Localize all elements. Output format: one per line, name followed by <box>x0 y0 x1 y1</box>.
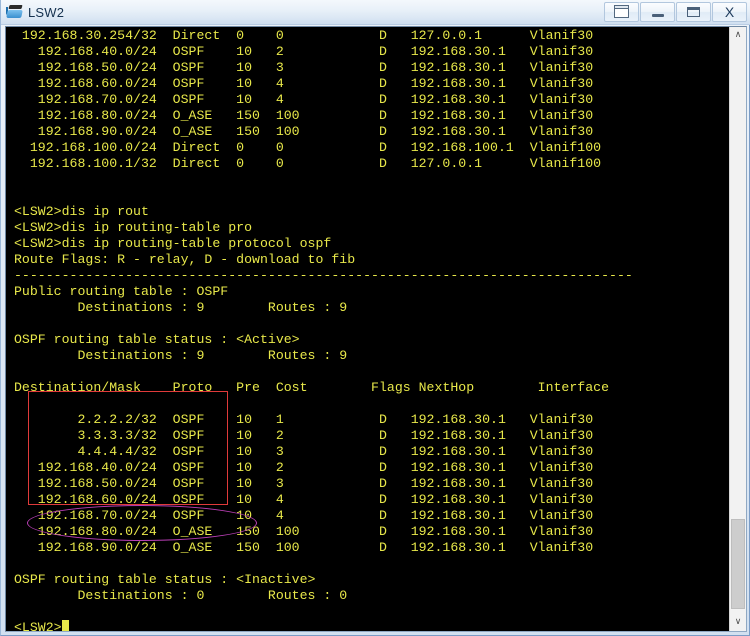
window-controls: X <box>603 1 747 23</box>
switch-icon <box>6 3 24 21</box>
terminal-line: 4.4.4.4/32 OSPF 10 3 D 192.168.30.1 Vlan… <box>14 444 594 459</box>
terminal-line: <LSW2> <box>14 620 730 631</box>
terminal-line: <LSW2>dis ip routing-table pro <box>14 220 253 235</box>
vertical-scrollbar[interactable]: ∧ ∨ <box>729 27 746 631</box>
terminal-line: ----------------------------------------… <box>14 268 633 283</box>
terminal-line: Public routing table : OSPF <box>14 284 229 299</box>
terminal-output: 192.168.30.254/32 Direct 0 0 D 127.0.0.1… <box>14 28 730 631</box>
terminal-line: 192.168.50.0/24 OSPF 10 3 D 192.168.30.1… <box>14 476 594 491</box>
terminal-line: Destinations : 9 Routes : 9 <box>14 348 348 363</box>
window-title: LSW2 <box>28 4 65 20</box>
terminal-line: 192.168.100.1/32 Direct 0 0 D 127.0.0.1 … <box>14 156 602 171</box>
restore-windows-button[interactable] <box>604 2 639 22</box>
minimize-icon <box>651 14 664 17</box>
terminal-line: 192.168.40.0/24 OSPF 10 2 D 192.168.30.1… <box>14 44 594 59</box>
terminal-line: 192.168.40.0/24 OSPF 10 2 D 192.168.30.1… <box>14 460 594 475</box>
close-icon: X <box>724 4 735 20</box>
terminal-line: Destination/Mask Proto Pre Cost Flags Ne… <box>14 380 610 395</box>
terminal-line: Destinations : 9 Routes : 9 <box>14 300 348 315</box>
maximize-icon <box>687 7 700 17</box>
text-cursor <box>61 620 69 631</box>
terminal-frame: 192.168.30.254/32 Direct 0 0 D 127.0.0.1… <box>5 26 747 632</box>
terminal-line: OSPF routing table status : <Inactive> <box>14 572 316 587</box>
title-bar: LSW2 X <box>1 0 750 25</box>
chevron-down-icon: ∨ <box>734 617 742 627</box>
terminal-line: 3.3.3.3/32 OSPF 10 2 D 192.168.30.1 Vlan… <box>14 428 594 443</box>
minimize-button[interactable] <box>640 2 675 22</box>
terminal-line: 192.168.70.0/24 OSPF 10 4 D 192.168.30.1… <box>14 92 594 107</box>
restore-windows-icon <box>613 5 631 19</box>
terminal-line: 192.168.90.0/24 O_ASE 150 100 D 192.168.… <box>14 540 594 555</box>
terminal-line: 192.168.50.0/24 OSPF 10 3 D 192.168.30.1… <box>14 60 594 75</box>
terminal-line: 192.168.90.0/24 O_ASE 150 100 D 192.168.… <box>14 124 594 139</box>
scroll-down-button[interactable]: ∨ <box>730 614 746 631</box>
terminal-line: 192.168.80.0/24 O_ASE 150 100 D 192.168.… <box>14 524 594 539</box>
terminal-line: Route Flags: R - relay, D - download to … <box>14 252 356 267</box>
terminal-line: 192.168.80.0/24 O_ASE 150 100 D 192.168.… <box>14 108 594 123</box>
terminal-window: LSW2 X 192.168.30.254/32 Direct 0 0 D 12… <box>0 0 750 636</box>
terminal-line: <LSW2>dis ip rout <box>14 204 149 219</box>
terminal-line: 192.168.70.0/24 OSPF 10 4 D 192.168.30.1… <box>14 508 594 523</box>
terminal-line: 192.168.60.0/24 OSPF 10 4 D 192.168.30.1… <box>14 492 594 507</box>
terminal-line: 2.2.2.2/32 OSPF 10 1 D 192.168.30.1 Vlan… <box>14 412 594 427</box>
scroll-up-button[interactable]: ∧ <box>730 27 746 44</box>
terminal-viewport[interactable]: 192.168.30.254/32 Direct 0 0 D 127.0.0.1… <box>6 27 733 631</box>
terminal-line: 192.168.60.0/24 OSPF 10 4 D 192.168.30.1… <box>14 76 594 91</box>
scrollbar-thumb[interactable] <box>731 519 745 609</box>
terminal-line: OSPF routing table status : <Active> <box>14 332 300 347</box>
terminal-line: <LSW2>dis ip routing-table protocol ospf <box>14 236 332 251</box>
maximize-button[interactable] <box>676 2 711 22</box>
terminal-line: Destinations : 0 Routes : 0 <box>14 588 348 603</box>
close-button[interactable]: X <box>712 2 747 22</box>
chevron-up-icon: ∧ <box>734 30 742 40</box>
terminal-line: 192.168.100.0/24 Direct 0 0 D 192.168.10… <box>14 140 602 155</box>
terminal-line: 192.168.30.254/32 Direct 0 0 D 127.0.0.1… <box>14 28 594 43</box>
